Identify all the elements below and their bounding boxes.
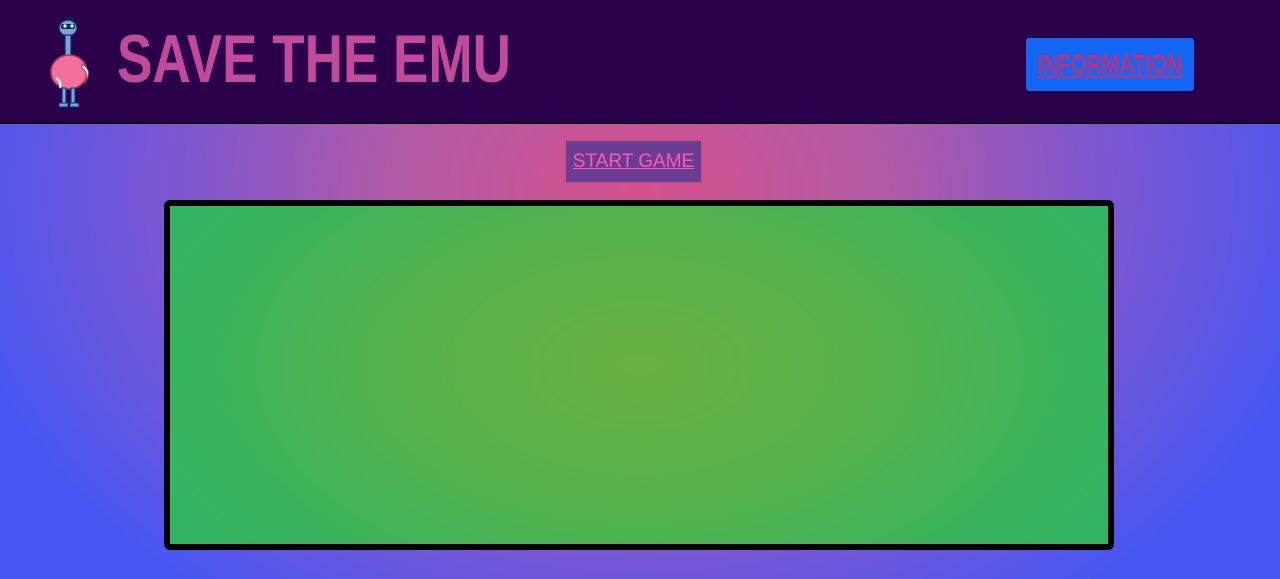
information-button[interactable]: INFORMATION — [1026, 38, 1194, 91]
information-button-label: INFORMATION — [1037, 48, 1183, 80]
start-game-button-label: START GAME — [572, 150, 695, 172]
site-title: SAVE THE EMU — [117, 21, 511, 97]
emu-logo-icon — [50, 16, 89, 108]
game-board[interactable] — [164, 200, 1114, 550]
start-game-button[interactable]: START GAME — [564, 139, 703, 184]
site-header: SAVE THE EMU INFORMATION — [0, 0, 1280, 124]
